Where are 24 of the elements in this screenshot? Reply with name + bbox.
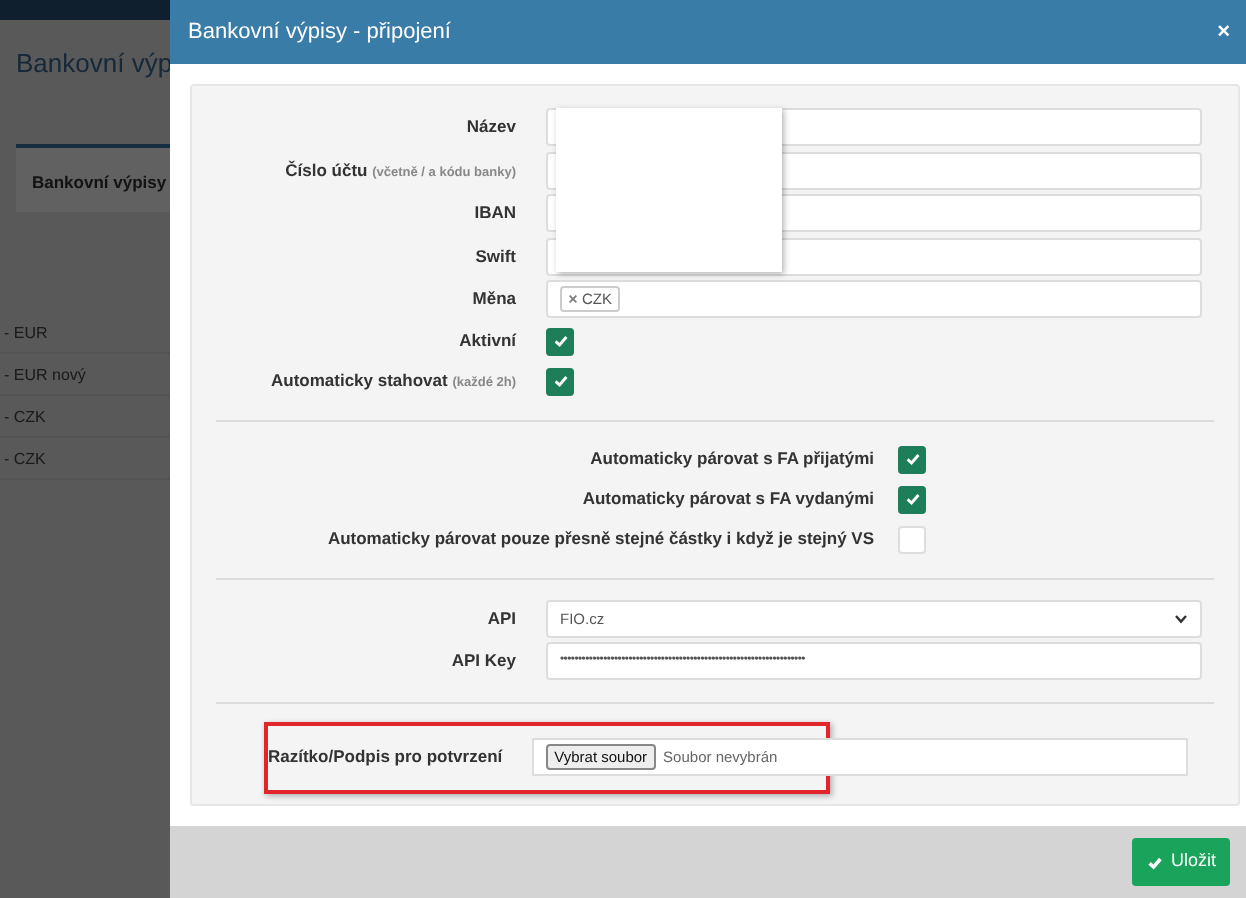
checkbox[interactable] (898, 485, 926, 513)
field-label: Automaticky párovat s FA vydanými (580, 486, 876, 512)
remove-icon[interactable] (568, 294, 578, 305)
field-label: Měna (470, 286, 518, 313)
check-icon (551, 332, 569, 350)
field-label: IBAN (472, 200, 518, 227)
field-label: Název (464, 114, 518, 141)
checkbox[interactable] (898, 445, 926, 473)
checkbox[interactable] (546, 367, 574, 395)
field-label: Swift (473, 243, 518, 270)
field-label: Automaticky párovat pouze přesně stejné částky i když je stejný VS (325, 526, 876, 552)
check-icon (903, 490, 921, 508)
field-label: API Key (449, 648, 518, 675)
field-label: Automaticky párovat s FA přijatými (588, 446, 876, 472)
checkbox[interactable] (546, 327, 574, 355)
chevron-down-icon (1174, 613, 1188, 624)
field-label: Razítko/Podpis pro potvrzení (268, 744, 505, 770)
modal-title: Bankovní výpisy - připojení (188, 17, 451, 48)
close-button[interactable]: × (1217, 21, 1230, 43)
field-label: Aktivní (457, 328, 519, 354)
check-icon (551, 372, 569, 390)
field-label: API (485, 605, 518, 632)
check-icon (903, 450, 921, 468)
check-icon (1146, 853, 1165, 871)
